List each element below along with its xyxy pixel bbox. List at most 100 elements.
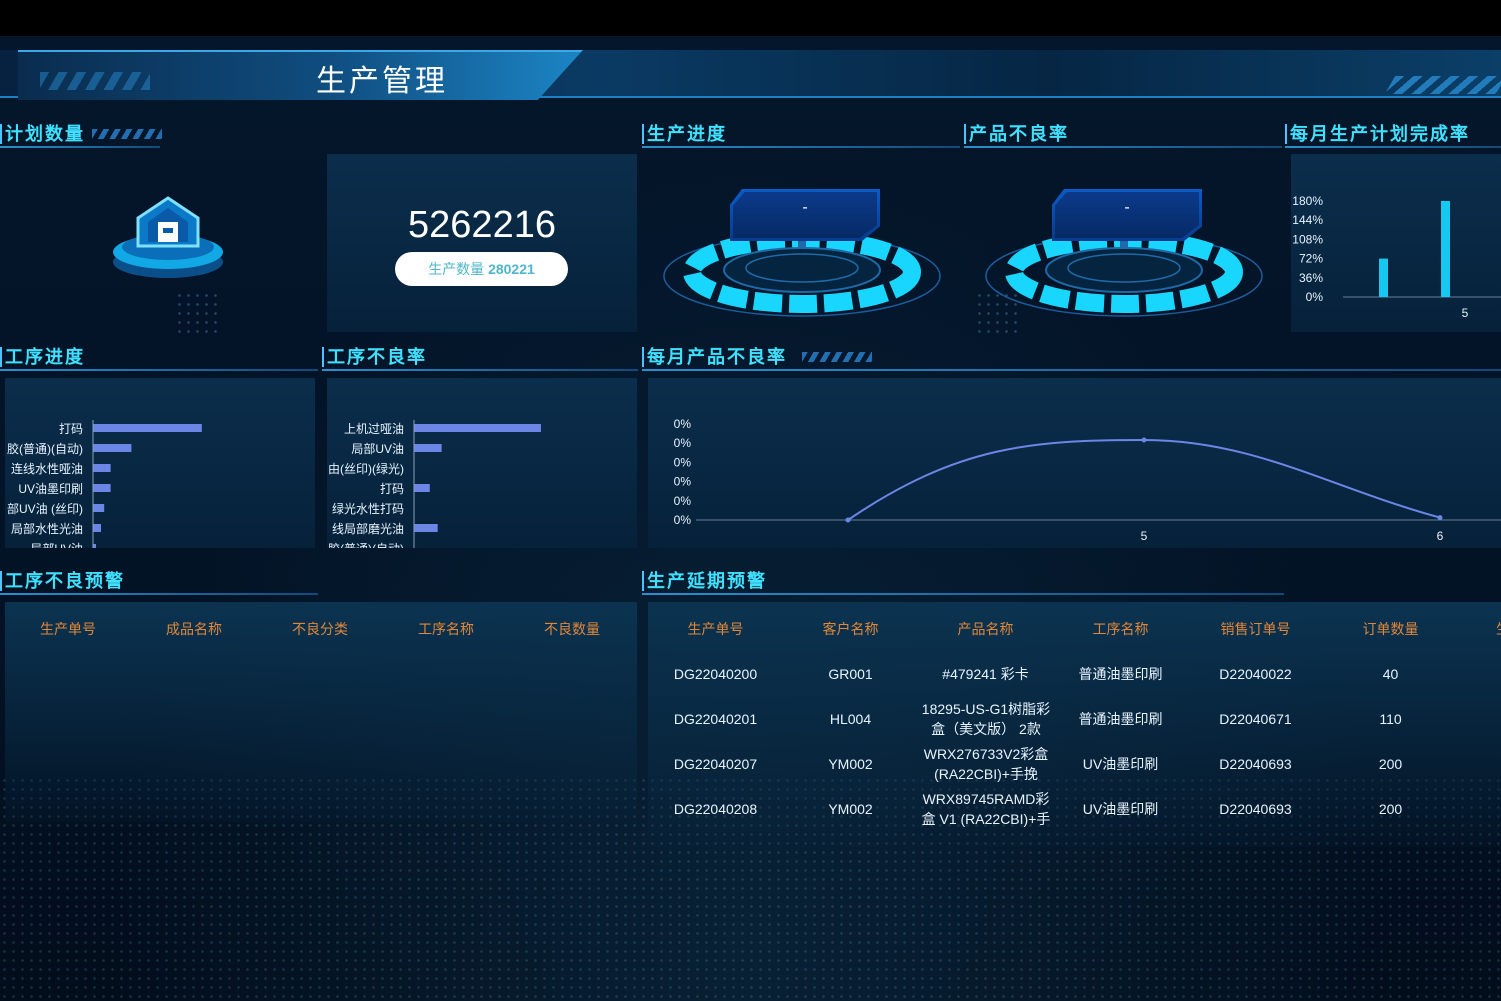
cell-order-no: DG22040201: [673, 711, 758, 727]
monthly-plan-chart-panel: 180% 144% 108% 72% 36% 0% 5: [1291, 154, 1501, 332]
category-label: 胶(普通)(自动): [7, 441, 83, 456]
section-title: 计划数量: [5, 124, 85, 144]
progress-gauge: -: [660, 184, 945, 324]
category-label: 局部水性光油: [11, 521, 83, 536]
cell-order-qty: 200: [1378, 801, 1403, 817]
category-label: 局部UV油: [30, 541, 83, 548]
y-tick-label: 0%: [1306, 290, 1324, 304]
cell-process: 普通油墨印刷: [1078, 666, 1163, 682]
data-point: [1437, 515, 1443, 521]
cell-sales-order: D22040693: [1219, 756, 1292, 772]
category-label: 由(丝印)(绿光): [328, 461, 404, 476]
cell-order-qty: 40: [1382, 666, 1399, 682]
bar: [93, 484, 111, 492]
header-stripe: [1384, 76, 1501, 94]
y-tick-label: 0%: [674, 455, 692, 469]
cell-order-qty: 200: [1378, 756, 1403, 772]
category-label: 打码: [59, 422, 83, 436]
column-header: 工序名称: [418, 621, 474, 637]
cell-product: WRX89745RAMD彩盒 V1 (RA22CBI)+手: [921, 791, 1051, 827]
section-title: 工序进度: [5, 347, 85, 367]
y-tick-label: 180%: [1292, 194, 1323, 208]
y-tick-label: 36%: [1299, 271, 1323, 285]
defect-alert-table: 生产单号 成品名称 不良分类 工序名称 不良数量: [5, 602, 637, 822]
cell-customer: GR001: [828, 666, 873, 682]
section-process-defect: 工序不良率: [322, 343, 638, 371]
bar: [93, 424, 202, 432]
title-stripe: [40, 72, 150, 90]
section-monthly-plan-rate: 每月生产计划完成率: [1285, 120, 1501, 148]
y-tick-label: 0%: [674, 475, 692, 489]
dashboard-screen: 生产管理 计划数量 生产进度 产品不良率 每月生产计划完成率 5262216 生…: [0, 36, 1501, 1001]
section-title: 每月产品不良率: [647, 347, 787, 367]
column-header: 生: [1493, 619, 1501, 639]
monthly-defect-panel: 0% 0% 0% 0% 0% 0% 5 6: [648, 378, 1501, 548]
column-header: 工序名称: [1092, 621, 1149, 637]
cell-sales-order: D22040671: [1219, 711, 1292, 727]
bar: [93, 524, 101, 532]
section-title: 每月生产计划完成率: [1290, 124, 1470, 144]
column-header: 订单数量: [1362, 621, 1419, 637]
section-title: 工序不良预警: [5, 571, 125, 591]
plan-total-panel: 5262216 生产数量 280221: [327, 154, 637, 332]
category-label: UV油墨印刷: [18, 482, 83, 496]
cell-order-no: DG22040207: [673, 756, 758, 772]
column-header: 生产单号: [40, 621, 96, 637]
y-tick-label: 0%: [674, 513, 692, 527]
produced-label: 生产数量: [428, 261, 485, 277]
delay-alert-table: 生产单号 客户名称 产品名称 工序名称 销售订单号 订单数量 生 DG22040…: [648, 602, 1501, 847]
bar: [414, 444, 442, 452]
section-title: 生产进度: [647, 124, 727, 144]
bar: [93, 444, 132, 452]
cell-sales-order: D22040693: [1219, 801, 1292, 817]
category-label: 部UV油 (丝印): [7, 501, 83, 516]
data-point: [1141, 437, 1147, 443]
column-header: 产品名称: [957, 621, 1014, 637]
cell-order-no: DG22040200: [673, 666, 758, 682]
section-title: 工序不良率: [327, 347, 427, 367]
y-tick-label: 0%: [674, 436, 692, 450]
y-tick-label: 0%: [674, 494, 692, 508]
produced-value: 280221: [488, 261, 535, 277]
process-defect-panel: 上机过哑油局部UV油由(丝印)(绿光) 打码绿光水性打码线局部磨光油胶(普通)(自…: [327, 378, 637, 575]
cell-customer: HL004: [829, 711, 872, 727]
section-delay-alert: 生产延期预警: [642, 567, 1284, 595]
cell-customer: YM002: [828, 801, 873, 817]
category-label: 胶(普通)(自动): [328, 541, 404, 548]
column-header: 生产单号: [687, 621, 744, 637]
y-tick-label: 72%: [1299, 252, 1323, 266]
page-title: 生产管理: [316, 65, 448, 98]
cell-process: 普通油墨印刷: [1078, 711, 1163, 727]
section-plan-qty: 计划数量: [0, 120, 162, 148]
cell-order-no: DG22040208: [673, 801, 758, 817]
bar: [414, 424, 541, 432]
category-label: 上机过哑油: [344, 422, 404, 436]
plan-icon-panel: [5, 154, 321, 332]
y-tick-label: 108%: [1292, 232, 1323, 246]
section-title: 生产延期预警: [647, 571, 767, 591]
x-tick-label: 5: [1462, 306, 1469, 320]
monthly-defect-chart: 0% 0% 0% 0% 0% 0% 5 6: [674, 417, 1501, 543]
monthly-plan-chart: 180% 144% 108% 72% 36% 0% 5: [1292, 194, 1501, 320]
bar: [414, 524, 438, 532]
category-label: 连线水性哑油: [11, 461, 83, 476]
series-line: [847, 438, 1441, 521]
category-label: 打码: [380, 482, 404, 496]
cell-process: UV油墨印刷: [1082, 756, 1159, 772]
x-tick-label: 5: [1141, 529, 1148, 543]
column-header: 成品名称: [166, 621, 222, 637]
column-header: 不良分类: [292, 621, 348, 637]
progress-value: -: [802, 199, 808, 216]
plan-total-value: 5262216: [408, 204, 556, 246]
section-progress: 生产进度: [642, 120, 960, 148]
y-tick-label: 0%: [674, 417, 692, 431]
column-header: 客户名称: [822, 621, 879, 637]
process-progress-panel: 打码胶(普通)(自动) 连线水性哑油 UV油墨印刷部UV油 (丝印) 局部水性光油局部…: [5, 378, 315, 575]
section-monthly-defect: 每月产品不良率: [642, 343, 1501, 371]
y-tick-label: 144%: [1292, 213, 1323, 227]
data-point: [845, 517, 851, 523]
bar: [1441, 201, 1450, 297]
cell-product: 18295-US-G1树脂彩盒（美文版） 2款: [921, 701, 1051, 737]
cell-customer: YM002: [828, 756, 873, 772]
bar: [1379, 258, 1388, 297]
